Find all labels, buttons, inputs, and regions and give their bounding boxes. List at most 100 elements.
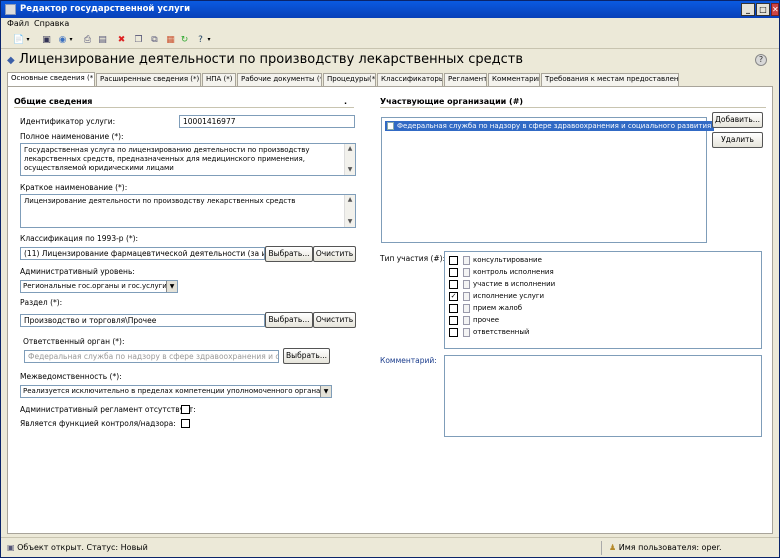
help-icon[interactable]: ?	[755, 54, 767, 66]
globe-dropdown-icon[interactable]: ▾	[68, 34, 74, 46]
close-button[interactable]: ✕	[771, 3, 779, 16]
section-general-title: Общие сведения	[14, 97, 93, 106]
tab-npa[interactable]: НПА (*)	[202, 73, 236, 86]
page-header: ◆ Лицензирование деятельности по произво…	[7, 52, 773, 70]
tab-extended[interactable]: Расширенные сведения (*)	[96, 73, 201, 86]
control-function-checkbox[interactable]	[181, 419, 190, 428]
orgs-list-item[interactable]: Федеральная служба по надзору в сфере зд…	[385, 121, 715, 131]
add-org-button[interactable]: Добавить...	[712, 112, 763, 128]
participation-item-label: прием жалоб	[473, 304, 523, 312]
toolbar: 📄 ▾ ▣ ◉ ▾ ⎙ ▤ ✖ ❐ ⧉ ▦ ↻ ? ▾	[1, 31, 779, 49]
service-id-field[interactable]: 10001416977	[179, 115, 355, 128]
status-text: ▣ Объект открыт. Статус: Новый	[7, 543, 148, 552]
status-icon: ▣	[7, 543, 18, 552]
section-orgs: Участвующие организации (#)	[380, 97, 766, 108]
document-icon	[463, 304, 470, 313]
participation-label: Тип участия (#):	[380, 254, 446, 263]
help-dropdown-icon[interactable]: ▾	[206, 34, 212, 46]
tab-requirements[interactable]: Требования к местам предоставления	[541, 73, 679, 86]
section-clear-button[interactable]: Очистить	[313, 312, 356, 328]
preview-icon[interactable]: ▤	[97, 34, 108, 46]
short-name-scrollbar[interactable]: ▲ ▼	[344, 195, 355, 227]
orgs-list-item-label: Федеральная служба по надзору в сфере зд…	[397, 122, 712, 130]
admin-level-select[interactable]: Региональные гос.органы и гос.услуги ▼	[20, 280, 178, 293]
orgs-list[interactable]: Федеральная служба по надзору в сфере зд…	[381, 117, 715, 243]
page-title: Лицензирование деятельности по производс…	[19, 52, 524, 67]
scroll-up-icon[interactable]: ▲	[345, 195, 355, 205]
participation-list[interactable]: консультирование контроль исполнения уча…	[444, 251, 762, 349]
remove-org-button[interactable]: Удалить	[712, 132, 763, 148]
document-icon	[463, 328, 470, 337]
no-regulation-checkbox[interactable]	[181, 405, 190, 414]
scroll-up-icon[interactable]: ▲	[345, 144, 355, 154]
chevron-down-icon[interactable]: ▼	[166, 281, 177, 292]
participation-checkbox[interactable]	[449, 328, 458, 337]
responsible-label: Ответственный орган (*):	[23, 337, 125, 346]
tab-documents[interactable]: Рабочие документы (*)	[237, 73, 322, 86]
help-icon[interactable]: ?	[195, 34, 206, 46]
app-icon	[5, 4, 16, 15]
new-dropdown-icon[interactable]: ▾	[25, 34, 31, 46]
tab-procedures[interactable]: Процедуры(*)	[323, 73, 376, 86]
globe-icon[interactable]: ◉	[57, 34, 68, 46]
menu-file[interactable]: Файл	[7, 19, 29, 28]
section-choose-button[interactable]: Выбрать...	[265, 312, 313, 328]
short-name-label: Краткое наименование (*):	[20, 183, 128, 192]
full-name-field[interactable]: Государственная услуга по лицензированию…	[20, 143, 356, 176]
title-bar: Редактор государственной услуги _ □ ✕	[1, 1, 779, 18]
interdept-value: Реализуется исключительно в пределах ком…	[23, 387, 332, 395]
section-orgs-title: Участвующие организации (#)	[380, 97, 524, 106]
responsible-choose-button[interactable]: Выбрать...	[283, 348, 330, 364]
no-regulation-label: Административный регламент отсутствует:	[20, 405, 196, 414]
section-field[interactable]: Производство и торговля\Прочее	[20, 314, 265, 327]
full-name-label: Полное наименование (*):	[20, 132, 124, 141]
export-icon[interactable]: ▦	[165, 34, 176, 46]
participation-checkbox[interactable]	[449, 280, 458, 289]
maximize-button[interactable]: □	[756, 3, 770, 16]
minimize-button[interactable]: _	[741, 3, 755, 16]
tab-classifiers[interactable]: Классификаторы	[377, 73, 443, 86]
document-icon	[463, 292, 470, 301]
tab-comments[interactable]: Комментарии	[488, 73, 540, 86]
participation-item-label: консультирование	[473, 256, 542, 264]
status-left: Объект открыт. Статус: Новый	[17, 543, 148, 552]
short-name-field[interactable]: Лицензирование деятельности по производс…	[20, 194, 356, 228]
full-name-text: Государственная услуга по лицензированию…	[24, 146, 310, 172]
paste-icon[interactable]: ⧉	[149, 34, 160, 46]
menu-help[interactable]: Справка	[34, 19, 69, 28]
participation-checkbox[interactable]	[449, 304, 458, 313]
scroll-down-icon[interactable]: ▼	[345, 165, 355, 175]
delete-icon[interactable]: ✖	[116, 34, 127, 46]
participation-checkbox[interactable]	[449, 256, 458, 265]
classification-choose-button[interactable]: Выбрать...	[265, 246, 313, 262]
interdept-select[interactable]: Реализуется исключительно в пределах ком…	[20, 385, 332, 398]
participation-item-label: исполнение услуги	[473, 292, 545, 300]
scroll-down-icon[interactable]: ▼	[345, 217, 355, 227]
classification-clear-button[interactable]: Очистить	[313, 246, 356, 262]
section-dot: .	[344, 97, 348, 106]
tab-regulation[interactable]: Регламент	[444, 73, 487, 86]
document-icon	[463, 280, 470, 289]
refresh-icon[interactable]: ↻	[179, 34, 190, 46]
save-icon[interactable]: ▣	[41, 34, 52, 46]
responsible-field[interactable]: Федеральная служба по надзору в сфере зд…	[24, 350, 279, 363]
document-icon	[463, 268, 470, 277]
chevron-down-icon[interactable]: ▼	[320, 386, 331, 397]
section-general: Общие сведения .	[14, 97, 354, 108]
document-icon	[387, 122, 394, 130]
print-icon[interactable]: ⎙	[82, 34, 93, 46]
classification-field[interactable]: (11) Лицензирование фармацевтической дея…	[20, 247, 265, 260]
short-name-text: Лицензирование деятельности по производс…	[24, 197, 296, 205]
participation-item-label: участие в исполнении	[473, 280, 556, 288]
participation-checkbox[interactable]: ✓	[449, 292, 458, 301]
document-icon: ◆	[7, 55, 15, 66]
participation-checkbox[interactable]	[449, 268, 458, 277]
tab-basic[interactable]: Основные сведения (*)	[7, 72, 95, 86]
document-icon	[463, 316, 470, 325]
full-name-scrollbar[interactable]: ▲ ▼	[344, 144, 355, 175]
comment-field[interactable]	[444, 355, 762, 437]
participation-item-label: контроль исполнения	[473, 268, 554, 276]
participation-checkbox[interactable]	[449, 316, 458, 325]
new-icon[interactable]: 📄	[13, 34, 24, 46]
copy-icon[interactable]: ❐	[133, 34, 144, 46]
